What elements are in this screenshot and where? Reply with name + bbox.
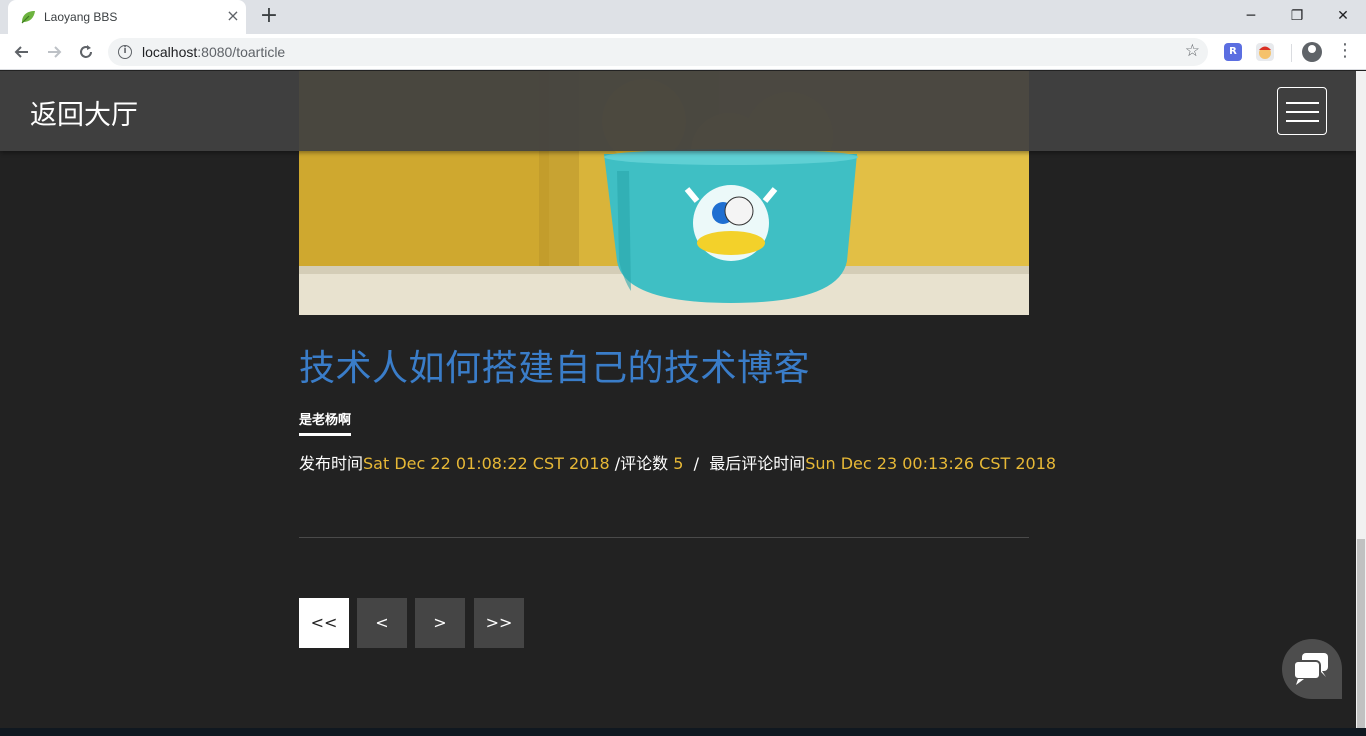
url-text: localhost:8080/toarticle (142, 44, 286, 60)
profile-icon[interactable] (1302, 42, 1322, 62)
back-arrow-icon[interactable] (10, 40, 34, 64)
chat-button[interactable] (1282, 639, 1342, 699)
comments-count: 5 (673, 454, 684, 473)
tab-title: Laoyang BBS (44, 10, 118, 24)
page-scrollbar[interactable] (1356, 71, 1366, 728)
top-navbar: 返回大厅 (0, 71, 1356, 151)
article-title[interactable]: 技术人如何搭建自己的技术博客 (299, 339, 810, 391)
tab-close-icon[interactable]: × (224, 7, 242, 25)
forward-arrow-icon[interactable] (42, 40, 66, 64)
scrollbar-thumb[interactable] (1357, 539, 1365, 728)
page-prev-button[interactable]: < (357, 598, 407, 648)
published-label: 发布时间 (299, 454, 364, 473)
article-meta: 发布时间Sat Dec 22 01:08:22 CST 2018 /评论数 5 … (299, 450, 1056, 474)
section-divider (299, 537, 1029, 538)
last-comment-label: / 最后评论时间 (683, 454, 806, 473)
page-first-button[interactable]: << (299, 598, 349, 648)
more-menu-icon[interactable]: ⋮ (1336, 40, 1354, 61)
toolbar-divider (1291, 44, 1292, 62)
address-bar[interactable]: i localhost:8080/toarticle ☆ (108, 38, 1208, 66)
bookmark-star-icon[interactable]: ☆ (1185, 41, 1200, 61)
browser-tab[interactable]: Laoyang BBS × (8, 0, 246, 34)
leaf-icon (21, 11, 35, 24)
hamburger-menu-icon[interactable] (1277, 87, 1327, 135)
browser-tab-strip: Laoyang BBS × + ─ ❐ ✕ (0, 0, 1366, 34)
back-to-lobby-link[interactable]: 返回大厅 (30, 93, 138, 132)
restore-button[interactable]: ❐ (1274, 0, 1320, 32)
page-last-button[interactable]: >> (474, 598, 524, 648)
extension-avatar-icon[interactable] (1256, 43, 1274, 61)
reload-icon[interactable] (74, 40, 98, 64)
info-icon[interactable]: i (118, 45, 132, 59)
published-time: Sat Dec 22 01:08:22 CST 2018 (363, 454, 610, 473)
browser-toolbar: i localhost:8080/toarticle ☆ R ⋮ (0, 34, 1366, 70)
article-author: 是老杨啊 (299, 409, 352, 436)
minimize-button[interactable]: ─ (1228, 0, 1274, 32)
comments-label: /评论数 (609, 454, 674, 473)
os-taskbar (0, 728, 1366, 736)
page-viewport: 返回大厅 技术人如何搭建自己的技术博客 是老杨啊 发布时间Sat Dec 22 … (0, 71, 1356, 728)
page-next-button[interactable]: > (415, 598, 465, 648)
extension-r-icon[interactable]: R (1224, 43, 1242, 61)
new-tab-button[interactable]: + (258, 5, 280, 28)
close-window-button[interactable]: ✕ (1320, 0, 1366, 32)
last-comment-time: Sun Dec 23 00:13:26 CST 2018 (805, 454, 1057, 473)
chat-bubble-icon (1293, 653, 1328, 685)
